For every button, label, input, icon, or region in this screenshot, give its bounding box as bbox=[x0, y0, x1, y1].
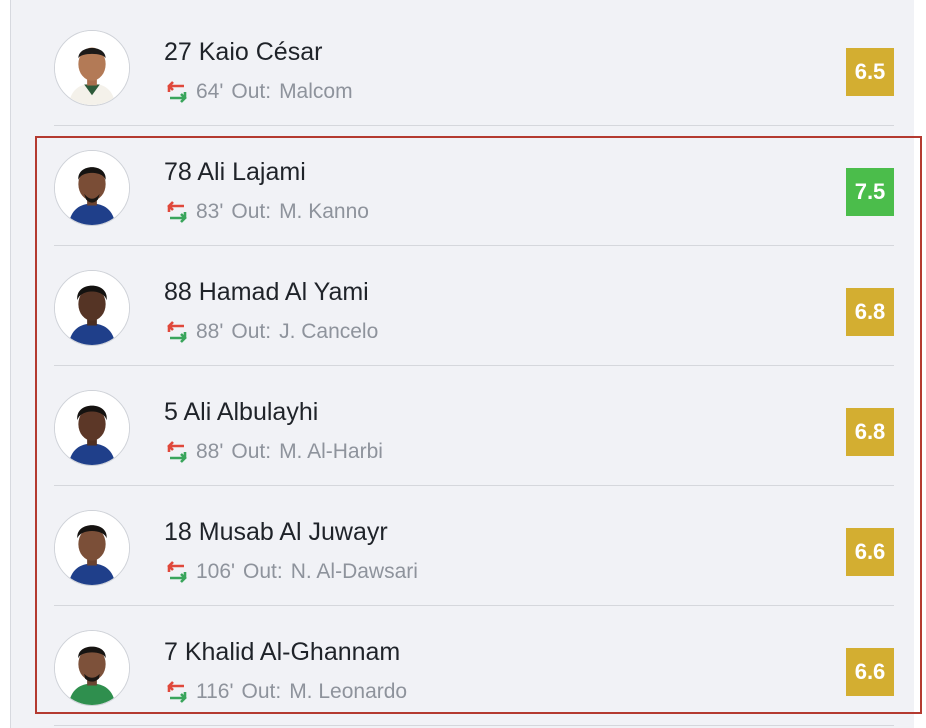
player-name[interactable]: 27 Kaio César bbox=[164, 38, 322, 67]
substituted-player-name[interactable]: Malcom bbox=[279, 80, 353, 104]
player-avatar-icon bbox=[54, 30, 130, 106]
highlight-box bbox=[35, 136, 922, 714]
panel-left-border bbox=[10, 0, 11, 728]
substitution-icon bbox=[167, 81, 187, 103]
rating-badge: 6.5 bbox=[846, 48, 894, 96]
substitution-info: 64' Out: Malcom bbox=[164, 79, 353, 105]
substitution-minute: 64' bbox=[196, 80, 224, 103]
player-row[interactable]: 27 Kaio César 64' Out: Malcom 6.5 bbox=[54, 6, 894, 126]
substitution-out-label: Out: bbox=[231, 80, 272, 103]
row-divider bbox=[54, 725, 894, 726]
